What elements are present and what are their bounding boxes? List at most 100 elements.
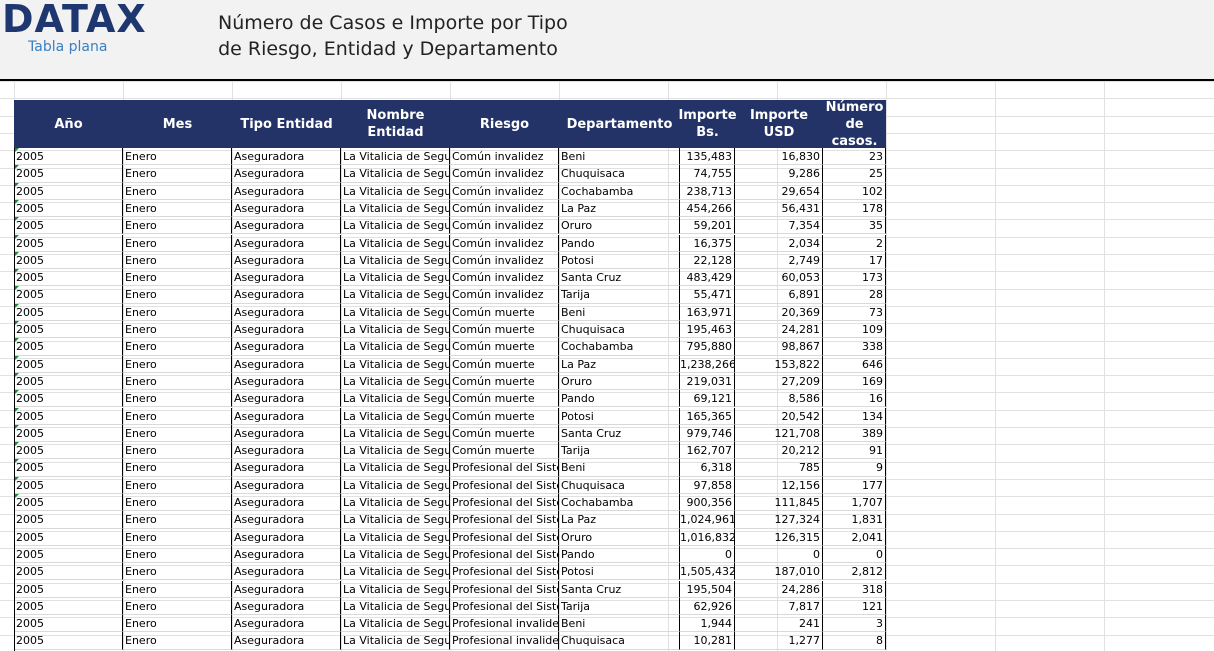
cell-month[interactable]: Enero [123,355,232,373]
cell-case-count[interactable]: 91 [823,442,886,460]
column-header-amount-usd[interactable]: Importe USD [735,100,823,148]
cell-entity-name[interactable]: La Vitalicia de Seguros [341,148,450,166]
cell-amount-bs[interactable]: 163,971 [680,303,735,321]
cell-month[interactable]: Enero [123,459,232,477]
cell-entity-name[interactable]: La Vitalicia de Seguros [341,355,450,373]
cell-entity-name[interactable]: La Vitalicia de Seguros [341,217,450,235]
cell-amount-usd[interactable]: 111,845 [735,494,823,512]
cell-amount-bs[interactable]: 165,365 [680,407,735,425]
cell-entity-type[interactable]: Aseguradora [232,511,341,529]
cell-risk[interactable]: Común muerte [450,390,559,408]
cell-entity-name[interactable]: La Vitalicia de Seguros [341,407,450,425]
cell-amount-bs[interactable]: 62,926 [680,597,735,616]
cell-amount-usd[interactable]: 7,817 [735,597,823,616]
cell-case-count[interactable]: 73 [823,303,886,321]
cell-entity-type[interactable]: Aseguradora [232,182,341,200]
cell-case-count[interactable]: 1,831 [823,511,886,529]
cell-entity-type[interactable]: Aseguradora [232,338,341,356]
cell-department[interactable]: Cochabamba [559,338,680,356]
cell-amount-usd[interactable]: 126,315 [735,528,823,546]
cell-month[interactable]: Enero [123,199,232,218]
cell-amount-usd[interactable]: 0 [735,545,823,564]
cell-amount-usd[interactable]: 2,034 [735,234,823,252]
cell-year[interactable]: 2005 [14,511,123,529]
cell-month[interactable]: Enero [123,338,232,356]
cell-amount-usd[interactable]: 8,586 [735,390,823,408]
cell-entity-name[interactable]: La Vitalicia de Seguros [341,442,450,460]
cell-entity-name[interactable]: La Vitalicia de Seguros [341,615,450,633]
cell-department[interactable]: Cochabamba [559,494,680,512]
cell-year[interactable]: 2005 [14,286,123,304]
cell-year[interactable]: 2005 [14,563,123,581]
cell-case-count[interactable]: 134 [823,407,886,425]
cell-year[interactable]: 2005 [14,165,123,183]
cell-entity-type[interactable]: Aseguradora [232,459,341,477]
cell-amount-bs[interactable]: 1,024,961 [680,511,735,529]
cell-month[interactable]: Enero [123,148,232,166]
cell-amount-usd[interactable]: 27,209 [735,372,823,391]
cell-entity-type[interactable]: Aseguradora [232,165,341,183]
cell-department[interactable]: La Paz [559,355,680,373]
cell-month[interactable]: Enero [123,615,232,633]
cell-entity-name[interactable]: La Vitalicia de Seguros [341,545,450,564]
cell-entity-type[interactable]: Aseguradora [232,580,341,598]
cell-amount-bs[interactable]: 162,707 [680,442,735,460]
cell-amount-usd[interactable]: 20,369 [735,303,823,321]
cell-case-count[interactable]: 9 [823,459,886,477]
cell-department[interactable]: Beni [559,459,680,477]
cell-entity-type[interactable]: Aseguradora [232,217,341,235]
cell-risk[interactable]: Profesional del Sistema [450,580,559,598]
cell-year[interactable]: 2005 [14,494,123,512]
cell-amount-usd[interactable]: 12,156 [735,476,823,494]
cell-year[interactable]: 2005 [14,355,123,373]
cell-entity-type[interactable]: Aseguradora [232,442,341,460]
cell-entity-name[interactable]: La Vitalicia de Seguros [341,321,450,339]
cell-risk[interactable]: Común muerte [450,321,559,339]
cell-month[interactable]: Enero [123,269,232,287]
cell-entity-name[interactable]: La Vitalicia de Seguros [341,528,450,546]
cell-case-count[interactable]: 28 [823,286,886,304]
cell-month[interactable]: Enero [123,407,232,425]
cell-risk[interactable]: Profesional invalidez [450,632,559,650]
cell-entity-type[interactable]: Aseguradora [232,632,341,650]
cell-amount-usd[interactable]: 20,542 [735,407,823,425]
cell-year[interactable]: 2005 [14,251,123,270]
cell-department[interactable]: Santa Cruz [559,424,680,443]
cell-risk[interactable]: Profesional del Sistema [450,597,559,616]
cell-department[interactable]: Chuquisaca [559,632,680,650]
cell-entity-name[interactable]: La Vitalicia de Seguros [341,338,450,356]
cell-year[interactable]: 2005 [14,199,123,218]
cell-month[interactable]: Enero [123,234,232,252]
cell-risk[interactable]: Común muerte [450,424,559,443]
cell-risk[interactable]: Común invalidez [450,165,559,183]
cell-amount-bs[interactable]: 1,016,832 [680,528,735,546]
cell-amount-bs[interactable]: 6,318 [680,459,735,477]
cell-amount-usd[interactable]: 6,891 [735,286,823,304]
cell-entity-name[interactable]: La Vitalicia de Seguros [341,459,450,477]
cell-department[interactable]: Oruro [559,372,680,391]
cell-department[interactable]: Potosi [559,251,680,270]
cell-case-count[interactable]: 16 [823,390,886,408]
cell-case-count[interactable]: 109 [823,321,886,339]
cell-case-count[interactable]: 177 [823,476,886,494]
cell-year[interactable]: 2005 [14,148,123,166]
cell-department[interactable]: Beni [559,303,680,321]
cell-amount-bs[interactable]: 1,238,266 [680,355,735,373]
cell-department[interactable]: Chuquisaca [559,165,680,183]
cell-entity-name[interactable]: La Vitalicia de Seguros [341,632,450,650]
cell-department[interactable]: Tarija [559,286,680,304]
cell-amount-usd[interactable]: 24,281 [735,321,823,339]
cell-entity-type[interactable]: Aseguradora [232,476,341,494]
cell-amount-bs[interactable]: 195,504 [680,580,735,598]
cell-amount-bs[interactable]: 454,266 [680,199,735,218]
cell-risk[interactable]: Profesional del Sistema [450,528,559,546]
cell-department[interactable]: Santa Cruz [559,580,680,598]
cell-case-count[interactable]: 2 [823,234,886,252]
cell-entity-name[interactable]: La Vitalicia de Seguros [341,580,450,598]
cell-amount-bs[interactable]: 219,031 [680,372,735,391]
cell-amount-bs[interactable]: 979,746 [680,424,735,443]
cell-risk[interactable]: Común invalidez [450,269,559,287]
cell-entity-type[interactable]: Aseguradora [232,563,341,581]
cell-month[interactable]: Enero [123,182,232,200]
cell-risk[interactable]: Común muerte [450,355,559,373]
